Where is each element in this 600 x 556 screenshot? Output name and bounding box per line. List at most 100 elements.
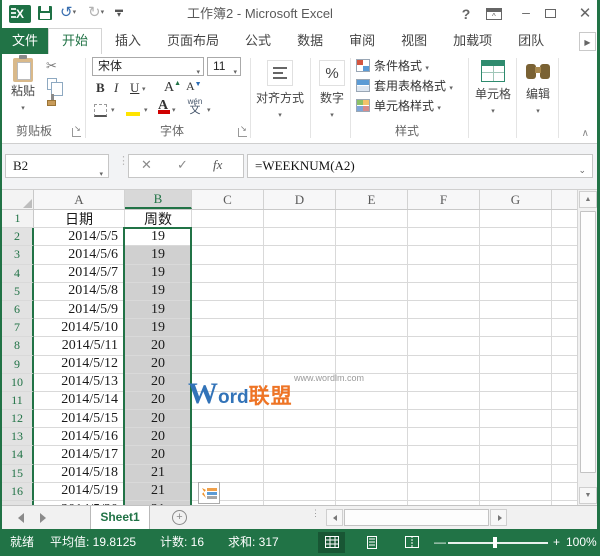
cell-C13[interactable] [192,428,264,447]
conditional-formatting-button[interactable]: 条件格式 ▾ [356,57,429,75]
row-header-9[interactable]: 9 [2,355,34,374]
cell-A14[interactable]: 2014/5/17 [34,446,125,465]
cell-B9[interactable]: 20 [125,355,192,374]
chevron-down-icon[interactable]: ▾ [144,106,148,114]
cell-F7[interactable] [408,319,480,338]
cell-A2[interactable]: 2014/5/5 [34,228,125,247]
chevron-down-icon[interactable]: ▾ [142,85,146,93]
cell-D3[interactable] [264,246,336,265]
cell-G13[interactable] [480,428,552,447]
bold-button[interactable]: B [96,80,105,96]
sheet-tab-sheet1[interactable]: Sheet1 [90,506,150,529]
zoom-level[interactable]: 100% [566,529,597,556]
cell-C15[interactable] [192,464,264,483]
enter-icon[interactable]: ✓ [177,157,188,173]
cell-F13[interactable] [408,428,480,447]
phonetic-guide-button[interactable]: wén 文 [186,98,204,116]
close-button[interactable]: ✕ [574,0,596,28]
page-layout-view-button[interactable] [358,532,385,553]
cell-D13[interactable] [264,428,336,447]
cell-F5[interactable] [408,282,480,301]
cancel-icon[interactable]: ✕ [141,157,152,173]
tab-加载项[interactable]: 加载项 [440,28,505,54]
scroll-down-button[interactable]: ▼ [579,487,597,504]
tab-file[interactable]: 文件 [2,28,48,54]
cell-E16[interactable] [336,482,408,501]
row-header-10[interactable]: 10 [2,373,34,392]
copy-button[interactable] [47,78,63,96]
cell-G14[interactable] [480,446,552,465]
cell-F9[interactable] [408,355,480,374]
vertical-scrollbar-thumb[interactable] [580,211,596,473]
cell-B1[interactable]: 周数 [125,210,192,229]
number-group-button[interactable]: % 数字 ▾ [314,58,350,120]
cell-D7[interactable] [264,319,336,338]
cell-G2[interactable] [480,228,552,247]
cell-G4[interactable] [480,264,552,283]
select-all-button[interactable] [2,190,34,209]
cell-D5[interactable] [264,282,336,301]
cell-D2[interactable] [264,228,336,247]
row-header-14[interactable]: 14 [2,446,34,465]
row-header-13[interactable]: 13 [2,428,34,447]
cell-A7[interactable]: 2014/5/10 [34,319,125,338]
insert-function-button[interactable]: fx [213,157,222,173]
cell-A3[interactable]: 2014/5/6 [34,246,125,265]
cell-B3[interactable]: 19 [125,246,192,265]
cell-E15[interactable] [336,464,408,483]
cell-E3[interactable] [336,246,408,265]
save-button[interactable] [38,6,52,20]
cell-C4[interactable] [192,264,264,283]
font-name-combobox[interactable]: 宋体 ▾ [92,57,204,76]
cell-E6[interactable] [336,300,408,320]
cell-F10[interactable] [408,373,480,392]
column-header-E[interactable]: E [336,190,408,209]
tab-视图[interactable]: 视图 [388,28,440,54]
column-header-B[interactable]: B [125,190,192,209]
tab-审阅[interactable]: 审阅 [336,28,388,54]
minimize-button[interactable]: – [515,0,537,28]
tab-团队[interactable]: 团队 [505,28,557,54]
row-header-7[interactable]: 7 [2,319,34,338]
cell-D4[interactable] [264,264,336,283]
name-box[interactable]: B2 ▾ [5,154,109,178]
tab-数据[interactable]: 数据 [284,28,336,54]
tab-页面布局[interactable]: 页面布局 [154,28,232,54]
column-header-A[interactable]: A [34,190,125,209]
cell-G15[interactable] [480,464,552,483]
cell-B10[interactable]: 20 [125,373,192,392]
cell-A9[interactable]: 2014/5/12 [34,355,125,374]
cell-C6[interactable] [192,300,264,320]
cell-C5[interactable] [192,282,264,301]
cell-C7[interactable] [192,319,264,338]
paste-button[interactable]: 粘贴 ▾ [6,55,40,116]
cell-B14[interactable]: 20 [125,446,192,465]
shrink-font-button[interactable]: A▼ [186,79,202,94]
cell-C3[interactable] [192,246,264,265]
tab-开始[interactable]: 开始 [48,28,103,54]
cell-G6[interactable] [480,300,552,320]
ribbon-display-options-button[interactable]: ^ [486,8,502,21]
cell-B8[interactable]: 20 [125,337,192,356]
cell-styles-button[interactable]: 单元格样式 ▾ [356,97,441,115]
cell-F12[interactable] [408,410,480,429]
cell-E13[interactable] [336,428,408,447]
normal-view-button[interactable] [318,532,345,553]
formula-input[interactable]: =WEEKNUM(A2) ⌄ [247,154,593,178]
format-painter-button[interactable] [47,94,56,106]
cell-G11[interactable] [480,391,552,411]
cell-B16[interactable]: 21 [125,482,192,501]
italic-button[interactable]: I [114,80,118,96]
sheet-nav-left-icon[interactable] [18,513,24,523]
row-header-3[interactable]: 3 [2,246,34,265]
font-dialog-launcher[interactable] [238,124,247,137]
row-header-8[interactable]: 8 [2,337,34,356]
cell-A5[interactable]: 2014/5/8 [34,282,125,301]
row-header-2[interactable]: 2 [2,228,34,247]
chevron-down-icon[interactable]: ▾ [207,106,211,114]
cell-G7[interactable] [480,319,552,338]
editing-group-button[interactable]: 编辑 ▾ [518,58,558,116]
row-header-4[interactable]: 4 [2,264,34,283]
new-sheet-button[interactable]: + [172,510,187,525]
tab-splitter[interactable]: ⋮ [311,509,320,518]
